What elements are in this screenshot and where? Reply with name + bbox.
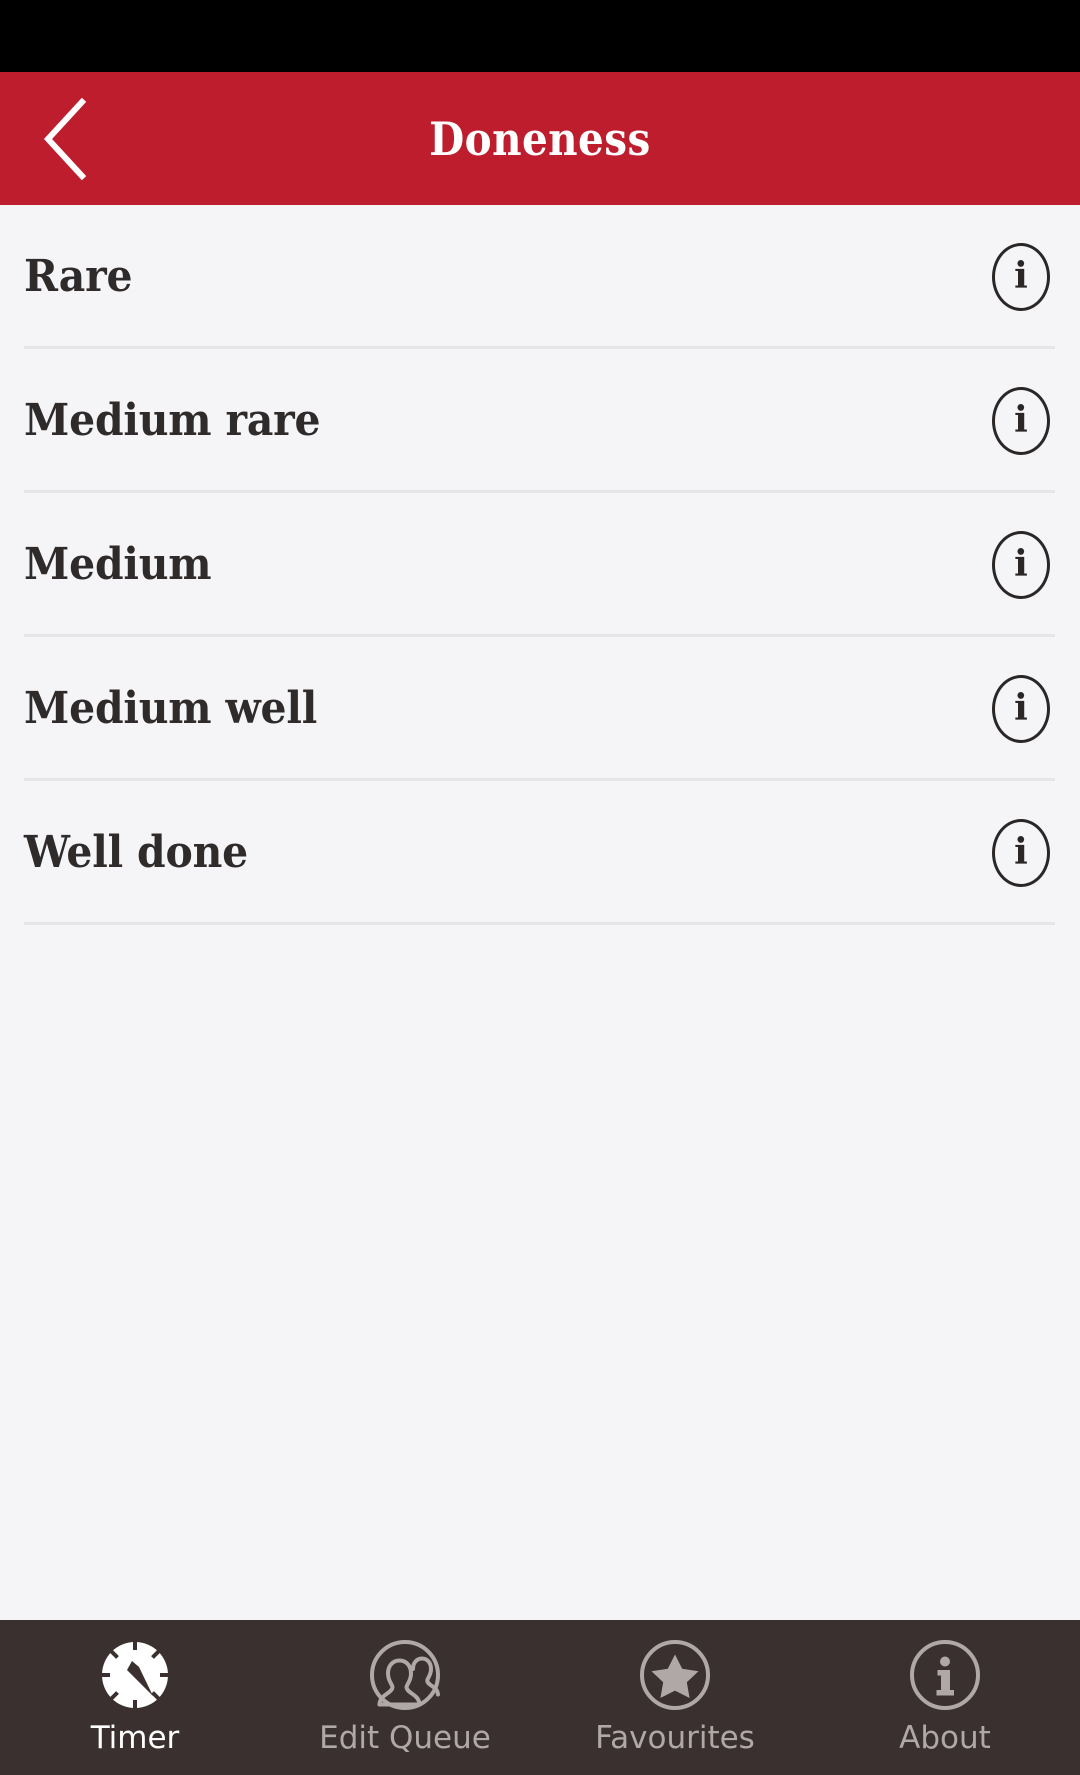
info-glyph: i xyxy=(1014,687,1028,729)
two-people-icon xyxy=(366,1636,444,1714)
info-circle-icon xyxy=(906,1636,984,1714)
list-item-rare[interactable]: Rare i xyxy=(0,205,1080,349)
info-circle-icon[interactable]: i xyxy=(992,531,1050,599)
chevron-left-icon xyxy=(38,96,90,182)
app-screen: Doneness Rare i Medium rare i Medium i M… xyxy=(0,0,1080,1775)
list-item-label: Well done xyxy=(24,827,249,878)
app-header: Doneness xyxy=(0,72,1080,205)
tab-label: Timer xyxy=(90,1720,180,1756)
list-item-medium-rare[interactable]: Medium rare i xyxy=(0,349,1080,493)
clock-timer-icon xyxy=(96,1636,174,1714)
star-circle-icon xyxy=(636,1636,714,1714)
list-item-medium-well[interactable]: Medium well i xyxy=(0,637,1080,781)
info-glyph: i xyxy=(1014,255,1028,297)
info-circle-icon[interactable]: i xyxy=(992,819,1050,887)
info-glyph: i xyxy=(1014,399,1028,441)
page-title: Doneness xyxy=(429,111,651,166)
back-button[interactable] xyxy=(14,72,114,205)
doneness-list: Rare i Medium rare i Medium i Medium wel… xyxy=(0,205,1080,1620)
list-item-label: Rare xyxy=(24,251,133,302)
tab-label: Edit Queue xyxy=(319,1720,491,1756)
tab-edit-queue[interactable]: Edit Queue xyxy=(270,1620,540,1775)
tab-label: About xyxy=(899,1720,991,1756)
list-item-label: Medium rare xyxy=(24,395,321,446)
info-circle-icon[interactable]: i xyxy=(992,243,1050,311)
list-item-label: Medium xyxy=(24,539,212,590)
info-glyph: i xyxy=(1014,543,1028,585)
info-circle-icon[interactable]: i xyxy=(992,675,1050,743)
tab-favourites[interactable]: Favourites xyxy=(540,1620,810,1775)
list-item-label: Medium well xyxy=(24,683,318,734)
tab-about[interactable]: About xyxy=(810,1620,1080,1775)
status-bar xyxy=(0,0,1080,72)
list-item-well-done[interactable]: Well done i xyxy=(0,781,1080,925)
list-item-medium[interactable]: Medium i xyxy=(0,493,1080,637)
info-circle-icon[interactable]: i xyxy=(992,387,1050,455)
tab-timer[interactable]: Timer xyxy=(0,1620,270,1775)
tab-label: Favourites xyxy=(595,1720,755,1756)
info-glyph: i xyxy=(1014,831,1028,873)
bottom-tab-bar: Timer Edit Queue Favourites About xyxy=(0,1620,1080,1775)
